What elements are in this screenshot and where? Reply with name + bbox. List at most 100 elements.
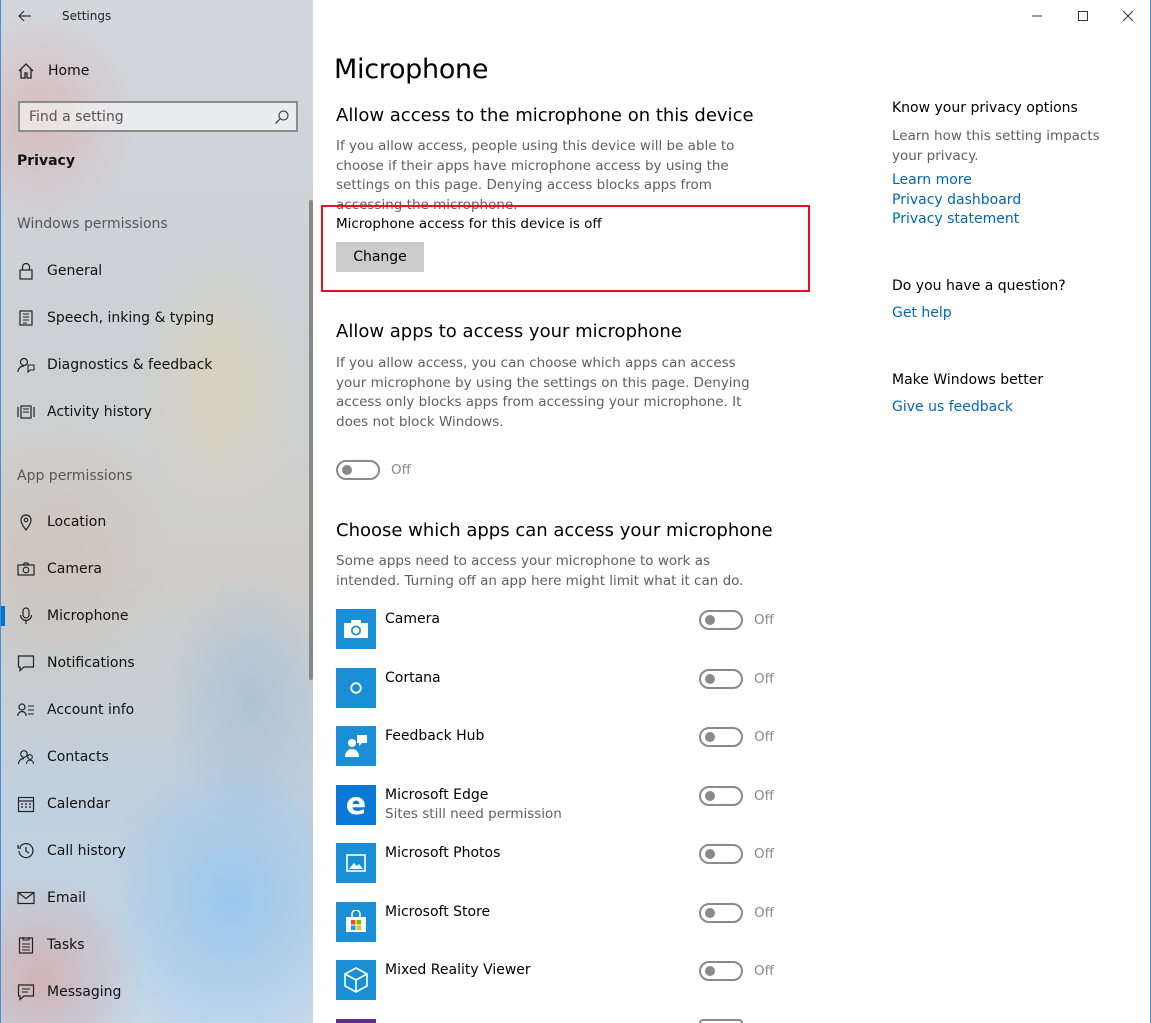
sidebar-item-call-history[interactable]: Call history	[1, 835, 311, 867]
learn-more-link[interactable]: Learn more	[892, 172, 972, 188]
home-nav-item[interactable]: Home	[1, 56, 313, 86]
sidebar-item-label: Messaging	[47, 984, 122, 1000]
location-icon	[17, 513, 35, 531]
feedback-hub-app-toggle-state: Off	[754, 729, 774, 745]
app-subtitle: Sites still need permission	[385, 806, 562, 822]
store-app-toggle[interactable]	[699, 903, 743, 923]
sidebar-item-camera[interactable]: Camera	[1, 553, 311, 585]
sidebar-item-messaging[interactable]: Messaging	[1, 976, 311, 1008]
maximize-button[interactable]	[1060, 0, 1106, 32]
make-windows-better-heading: Make Windows better	[892, 372, 1044, 388]
sidebar-item-label: Call history	[47, 843, 126, 859]
sidebar-item-diagnostics[interactable]: Diagnostics & feedback	[1, 349, 311, 381]
diagnostics-icon	[17, 356, 35, 374]
camera-app-toggle[interactable]	[699, 610, 743, 630]
toggle-knob	[705, 908, 715, 918]
cortana-app-toggle[interactable]	[699, 669, 743, 689]
feedback-hub-app-icon	[336, 726, 376, 766]
home-label: Home	[48, 63, 90, 79]
back-arrow-icon	[18, 10, 31, 22]
close-button[interactable]	[1105, 0, 1150, 32]
sidebar-item-label: Diagnostics & feedback	[47, 357, 213, 373]
app-name: Microsoft Edge	[385, 787, 489, 803]
privacy-dashboard-link[interactable]: Privacy dashboard	[892, 192, 1021, 208]
sidebar-item-contacts[interactable]: Contacts	[1, 741, 311, 773]
sidebar-item-speech[interactable]: Speech, inking & typing	[1, 302, 311, 334]
camera-app-icon	[336, 609, 376, 649]
edge-app-toggle-state: Off	[754, 788, 774, 804]
sidebar-item-label: Speech, inking & typing	[47, 310, 215, 326]
app-name: Microsoft Store	[385, 904, 491, 920]
close-icon	[1122, 10, 1134, 22]
minimize-button[interactable]	[1014, 0, 1060, 32]
page-title: Microphone	[334, 54, 489, 85]
sidebar-item-label: Email	[47, 890, 86, 906]
sidebar-item-label: Account info	[47, 702, 135, 718]
device-access-heading: Allow access to the microphone on this d…	[336, 105, 754, 126]
sidebar-item-label: Microphone	[47, 608, 129, 624]
get-help-link[interactable]: Get help	[892, 305, 952, 321]
email-icon	[17, 889, 35, 907]
sidebar-item-notifications[interactable]: Notifications	[1, 647, 311, 679]
sidebar-item-calendar[interactable]: Calendar	[1, 788, 311, 820]
device-access-description: If you allow access, people using this d…	[336, 138, 735, 213]
apps-access-heading: Allow apps to access your microphone	[336, 321, 682, 342]
sidebar-item-general[interactable]: General	[1, 255, 311, 287]
sidebar-item-label: Contacts	[47, 749, 109, 765]
sidebar-item-microphone[interactable]: Microphone	[1, 600, 311, 632]
sidebar-item-label: Location	[47, 514, 107, 530]
tasks-icon	[17, 936, 35, 954]
photos-app-toggle[interactable]	[699, 844, 743, 864]
contacts-icon	[17, 748, 35, 766]
maximize-icon	[1078, 11, 1088, 21]
notifications-icon	[17, 654, 35, 672]
privacy-statement-link[interactable]: Privacy statement	[892, 211, 1019, 227]
app-permissions-heading: App permissions	[17, 468, 133, 484]
mixed-reality-app-icon	[336, 960, 376, 1000]
photos-app-icon	[336, 843, 376, 883]
choose-apps-description: Some apps need to access your microphone…	[336, 553, 744, 589]
choose-apps-heading: Choose which apps can access your microp…	[336, 520, 773, 541]
current-section-title: Privacy	[17, 153, 75, 169]
toggle-knob	[705, 966, 715, 976]
toggle-knob	[705, 791, 715, 801]
give-feedback-link[interactable]: Give us feedback	[892, 399, 1013, 415]
sidebar-item-activity-history[interactable]: Activity history	[1, 396, 311, 428]
toggle-knob	[705, 674, 715, 684]
main-content: Microphone Allow access to the microphon…	[313, 0, 1151, 1023]
camera-app-toggle-state: Off	[754, 612, 774, 628]
app-title: Settings	[62, 9, 112, 23]
search-input[interactable]	[29, 108, 274, 125]
apps-access-description: If you allow access, you can choose whic…	[336, 355, 750, 430]
question-heading: Do you have a question?	[892, 278, 1066, 294]
search-icon[interactable]	[274, 109, 290, 125]
feedback-hub-app-toggle[interactable]	[699, 727, 743, 747]
sidebar: Settings Home Privacy Windows permission…	[0, 0, 313, 1023]
sidebar-item-account-info[interactable]: Account info	[1, 694, 311, 726]
sidebar-item-email[interactable]: Email	[1, 882, 311, 914]
mixed-reality-app-toggle-state: Off	[754, 963, 774, 979]
back-button[interactable]	[13, 5, 37, 27]
app-name: Microsoft Photos	[385, 845, 501, 861]
edge-app-toggle[interactable]	[699, 786, 743, 806]
toggle-knob	[342, 465, 352, 475]
sidebar-item-location[interactable]: Location	[1, 506, 311, 538]
search-box[interactable]	[18, 101, 298, 132]
photos-app-toggle-state: Off	[754, 846, 774, 862]
store-app-toggle-state: Off	[754, 905, 774, 921]
app-name: Cortana	[385, 670, 441, 686]
sidebar-item-label: Tasks	[47, 937, 85, 953]
toggle-knob	[705, 849, 715, 859]
toggle-knob	[705, 615, 715, 625]
sidebar-item-tasks[interactable]: Tasks	[1, 929, 311, 961]
account-info-icon	[17, 701, 35, 719]
change-button[interactable]: Change	[336, 242, 424, 272]
messaging-icon	[17, 983, 35, 1001]
device-access-status: Microphone access for this device is off	[336, 216, 602, 232]
cortana-app-icon	[336, 668, 376, 708]
lock-icon	[17, 262, 35, 280]
mixed-reality-app-toggle[interactable]	[699, 961, 743, 981]
calendar-icon	[17, 795, 35, 813]
partial-toggle	[699, 1019, 743, 1023]
apps-access-toggle[interactable]	[336, 460, 380, 480]
